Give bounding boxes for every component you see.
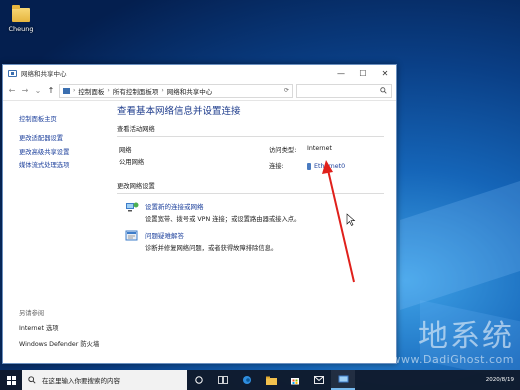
desktop-icon-label: Cheung xyxy=(8,25,34,33)
title-bar[interactable]: 网络和共享中心 — ☐ ✕ xyxy=(3,65,396,81)
minimize-button[interactable]: — xyxy=(330,65,352,81)
breadcrumb-network-center[interactable]: 网络和共享中心 xyxy=(167,86,213,96)
mail-icon xyxy=(314,376,324,384)
taskbar-control-panel[interactable] xyxy=(331,370,355,390)
see-also-section: 另请参阅 Internet 选项 Windows Defender 防火墙 xyxy=(19,308,99,355)
search-input[interactable] xyxy=(296,83,392,98)
desktop-light-beam xyxy=(400,168,520,310)
section-divider xyxy=(117,193,384,194)
search-icon xyxy=(380,87,387,94)
control-panel-icon xyxy=(63,87,70,94)
page-title: 查看基本网络信息并设置连接 xyxy=(117,106,241,117)
crumb-separator: › xyxy=(161,87,164,94)
sidebar-item-media-streaming[interactable]: 媒体流式处理选项 xyxy=(19,160,103,169)
task-switch-icon xyxy=(218,376,228,384)
control-panel-icon xyxy=(338,375,348,382)
watermark-cn: 地系统 xyxy=(418,319,514,354)
sidebar-item-home[interactable]: 控制面板主页 xyxy=(19,114,103,123)
close-button[interactable]: ✕ xyxy=(374,65,396,81)
access-type-value: Internet xyxy=(307,145,333,152)
taskbar: 在这里输入你要搜索的内容 2020/8/19 xyxy=(0,370,520,390)
see-also-internet-options[interactable]: Internet 选项 xyxy=(19,323,99,332)
window-title: 网络和共享中心 xyxy=(21,70,67,78)
sidebar-item-adapter-settings[interactable]: 更改适配器设置 xyxy=(19,133,103,142)
taskbar-file-explorer[interactable] xyxy=(259,370,283,390)
sidebar: 控制面板主页 更改适配器设置 更改高级共享设置 媒体流式处理选项 另请参阅 In… xyxy=(3,102,103,363)
see-also-firewall[interactable]: Windows Defender 防火墙 xyxy=(19,339,99,348)
folder-icon xyxy=(12,5,30,22)
file-explorer-icon xyxy=(265,376,277,385)
connections-label: 连接: xyxy=(269,162,284,170)
taskbar-store[interactable] xyxy=(283,370,307,390)
main-panel: 查看基本网络信息并设置连接 查看活动网络 网络 公用网络 访问类型: Inter… xyxy=(103,102,396,363)
troubleshoot-icon xyxy=(125,230,138,241)
active-network-row: 网络 公用网络 访问类型: Internet 连接: Ethernet0 xyxy=(117,137,384,173)
navigation-bar: ← → ⌄ ↑ › 控制面板 › 所有控制面板项 › 网络和共享中心 ⟳ xyxy=(3,81,396,101)
crumb-separator: › xyxy=(107,87,110,94)
new-connection-title[interactable]: 设置新的连接或网络 xyxy=(145,201,300,211)
task-view-icon xyxy=(195,376,203,384)
troubleshoot-desc: 诊断并修复网络问题，或者获得故障排除信息。 xyxy=(145,245,278,252)
troubleshoot-title[interactable]: 问题疑难解答 xyxy=(145,230,277,240)
taskbar-search-placeholder: 在这里输入你要搜索的内容 xyxy=(42,377,120,385)
new-connection-desc: 设置宽带、拨号或 VPN 连接；或设置路由器或接入点。 xyxy=(145,216,301,223)
system-tray[interactable]: 2020/8/19 xyxy=(486,377,520,384)
taskbar-task-view[interactable] xyxy=(211,370,235,390)
setting-new-connection[interactable]: 设置新的连接或网络 设置宽带、拨号或 VPN 连接；或设置路由器或接入点。 xyxy=(117,201,384,223)
access-type-label: 访问类型: xyxy=(269,147,297,154)
watermark-en: www.DadiGhost.com xyxy=(391,353,514,366)
edge-browser-icon xyxy=(243,376,251,384)
sidebar-item-advanced-sharing[interactable]: 更改高级共享设置 xyxy=(19,147,103,156)
store-icon xyxy=(291,378,299,385)
up-arrow-icon[interactable]: ↑ xyxy=(46,86,56,95)
crumb-separator: › xyxy=(73,87,76,94)
address-bar[interactable]: › 控制面板 › 所有控制面板项 › 网络和共享中心 ⟳ xyxy=(59,83,293,98)
desktop-folder-cheung[interactable]: Cheung xyxy=(6,5,36,33)
setting-troubleshoot[interactable]: 问题疑难解答 诊断并修复网络问题，或者获得故障排除信息。 xyxy=(117,230,384,252)
network-type[interactable]: 公用网络 xyxy=(119,157,269,166)
tray-date: 2020/8/19 xyxy=(485,376,514,383)
network-sharing-center-window: 网络和共享中心 — ☐ ✕ ← → ⌄ ↑ › 控制面板 › 所有控制面板项 ›… xyxy=(2,64,397,364)
ethernet-link-label: Ethernet0 xyxy=(314,163,346,171)
recent-dropdown-icon[interactable]: ⌄ xyxy=(33,86,43,95)
taskbar-search-box[interactable]: 在这里输入你要搜索的内容 xyxy=(22,370,187,390)
taskbar-edge[interactable] xyxy=(235,370,259,390)
breadcrumb-all-items[interactable]: 所有控制面板项 xyxy=(113,86,159,96)
refresh-icon[interactable]: ⟳ xyxy=(284,87,289,94)
search-icon xyxy=(28,376,36,384)
ethernet-link[interactable]: Ethernet0 xyxy=(307,161,345,174)
change-settings-label: 更改网络设置 xyxy=(117,183,155,190)
back-arrow-icon[interactable]: ← xyxy=(7,86,17,95)
windows-logo-icon xyxy=(6,375,16,385)
watermark: 地系统 www.DadiGhost.com xyxy=(391,319,515,367)
network-name: 网络 xyxy=(119,147,132,154)
network-center-icon xyxy=(8,69,17,77)
task-view-button[interactable] xyxy=(187,370,211,390)
maximize-button[interactable]: ☐ xyxy=(352,65,374,81)
new-connection-icon xyxy=(126,202,139,212)
see-also-heading: 另请参阅 xyxy=(19,310,45,317)
start-button[interactable] xyxy=(0,370,22,390)
active-networks-label: 查看活动网络 xyxy=(117,126,155,133)
forward-arrow-icon[interactable]: → xyxy=(20,86,30,95)
taskbar-mail[interactable] xyxy=(307,370,331,390)
breadcrumb-control-panel[interactable]: 控制面板 xyxy=(78,86,104,96)
ethernet-icon xyxy=(307,163,311,171)
